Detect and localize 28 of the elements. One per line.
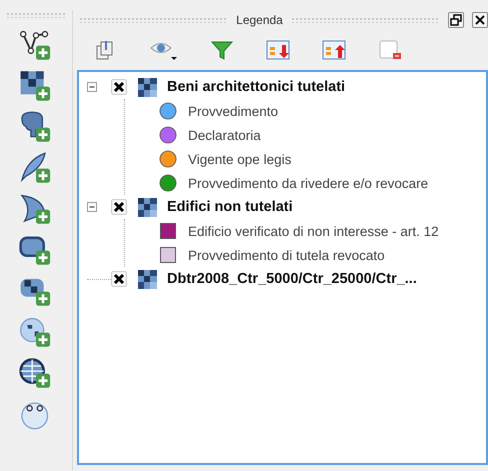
legend-label: Vigente ope legis [188,152,292,166]
feather-plus-icon[interactable] [19,152,53,184]
vertex-plus-icon[interactable] [19,29,53,61]
layer-name[interactable]: Edifici non tutelati [167,199,293,215]
checker-plus-icon[interactable] [19,70,53,102]
legend-label: Provvedimento da rivedere e/o revocare [188,176,428,190]
layer-raster-icon [138,78,157,96]
collapse-icon[interactable] [87,202,97,212]
square-minus-icon[interactable] [377,38,403,62]
rounded-square-plus-icon[interactable] [19,234,53,266]
layer-checkbox[interactable] [111,271,127,287]
panel-title: Legenda [236,13,283,27]
layer-checkbox[interactable] [111,79,127,95]
globe-grid-plus-icon[interactable] [19,357,53,389]
globe-plus-icon[interactable] [19,316,53,348]
collapse-icon[interactable] [87,82,97,92]
close-icon[interactable] [472,12,488,28]
sail-plus-icon[interactable] [19,193,53,225]
layer-checkbox[interactable] [111,199,127,215]
legend-label: Edificio verificato di non interesse - art. 12 [188,224,439,238]
layer-name[interactable]: Beni architettonici tutelati [167,79,346,95]
layer-name[interactable]: Dbtr2008_Ctr_5000/Ctr_25000/Ctr_... [167,271,417,287]
float-icon[interactable] [448,12,464,28]
layer-raster-icon [138,270,157,288]
legend-label: Declaratoria [188,128,261,142]
layer-raster-icon [138,198,157,216]
legend-label: Provvedimento di tutela revocato [188,248,385,262]
legend-label: Provvedimento [188,104,278,118]
